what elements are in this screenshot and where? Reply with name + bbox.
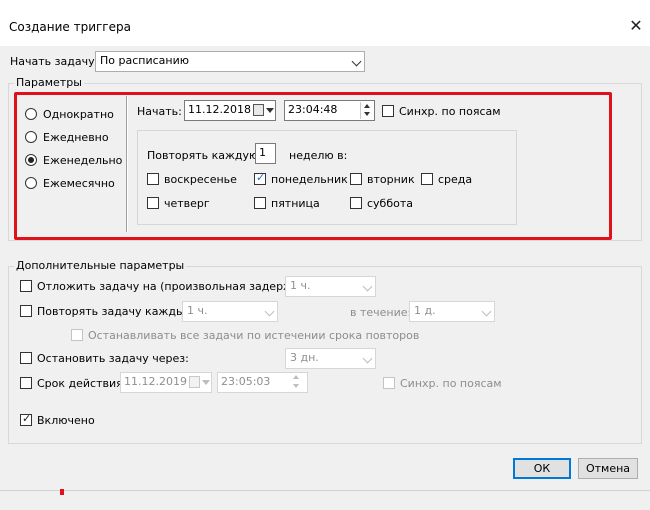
window-title: Создание триггера xyxy=(9,20,131,34)
expire-date-picker[interactable]: 11.12.2019 xyxy=(120,372,212,393)
delay-combo[interactable]: 1 ч. xyxy=(285,276,376,297)
checkmark-icon: ✓ xyxy=(22,412,32,425)
cancel-button[interactable]: Отмена xyxy=(578,458,638,479)
spin-down-icon[interactable] xyxy=(293,384,299,388)
repeat-interval-value: 1 ч. xyxy=(187,304,208,317)
repeat-task-checkbox[interactable] xyxy=(20,305,32,317)
expire-sync-label: Синхр. по поясам xyxy=(400,377,502,390)
repeat-duration-label: в течение: xyxy=(350,306,412,319)
spin-up-icon[interactable] xyxy=(293,375,299,379)
repeat-task-label: Повторять задачу каждые: xyxy=(37,305,196,318)
enabled-label: Включено xyxy=(37,414,95,427)
expire-label: Срок действия: xyxy=(37,377,127,390)
expire-sync-checkbox[interactable] xyxy=(383,377,395,389)
chevron-down-icon xyxy=(362,281,373,292)
repeat-duration-value: 1 д. xyxy=(414,304,436,317)
start-task-label: Начать задачу: xyxy=(10,55,99,68)
expire-time-value: 23:05:03 xyxy=(221,375,271,388)
params-group-title: Параметры xyxy=(14,76,84,89)
calendar-icon[interactable] xyxy=(189,376,200,388)
bottom-edge-line xyxy=(0,490,650,491)
close-icon[interactable]: ✕ xyxy=(627,17,645,35)
stop-after-label: Остановить задачу через: xyxy=(37,352,189,365)
stop-after-value: 3 дн. xyxy=(290,351,319,364)
repeat-interval-combo[interactable]: 1 ч. xyxy=(182,301,278,322)
stop-after-combo[interactable]: 3 дн. xyxy=(285,348,376,369)
delay-label: Отложить задачу на (произвольная задержк… xyxy=(37,280,315,293)
start-task-combo[interactable]: По расписанию xyxy=(95,51,365,72)
highlight-frame xyxy=(14,92,612,240)
start-task-value: По расписанию xyxy=(100,54,189,67)
chevron-down-icon xyxy=(481,306,492,317)
chevron-down-icon xyxy=(264,306,275,317)
stop-after-checkbox[interactable] xyxy=(20,352,32,364)
chevron-down-icon xyxy=(362,353,373,364)
delay-value: 1 ч. xyxy=(290,279,311,292)
ok-button[interactable]: ОК xyxy=(513,458,571,479)
expire-date-value: 11.12.2019 xyxy=(124,375,187,388)
stop-all-checkbox[interactable] xyxy=(71,329,83,341)
delay-checkbox[interactable] xyxy=(20,280,32,292)
advanced-group-title: Дополнительные параметры xyxy=(14,259,187,272)
chevron-down-icon xyxy=(351,56,362,67)
dropdown-arrow-icon xyxy=(202,380,210,385)
repeat-duration-combo[interactable]: 1 д. xyxy=(409,301,495,322)
enabled-checkbox[interactable]: ✓ xyxy=(20,412,32,426)
expire-time-spinner[interactable]: 23:05:03 xyxy=(217,372,308,393)
stop-all-label: Останавливать все задачи по истечении ср… xyxy=(88,329,420,342)
red-mark xyxy=(60,489,64,495)
expire-checkbox[interactable] xyxy=(20,377,32,389)
